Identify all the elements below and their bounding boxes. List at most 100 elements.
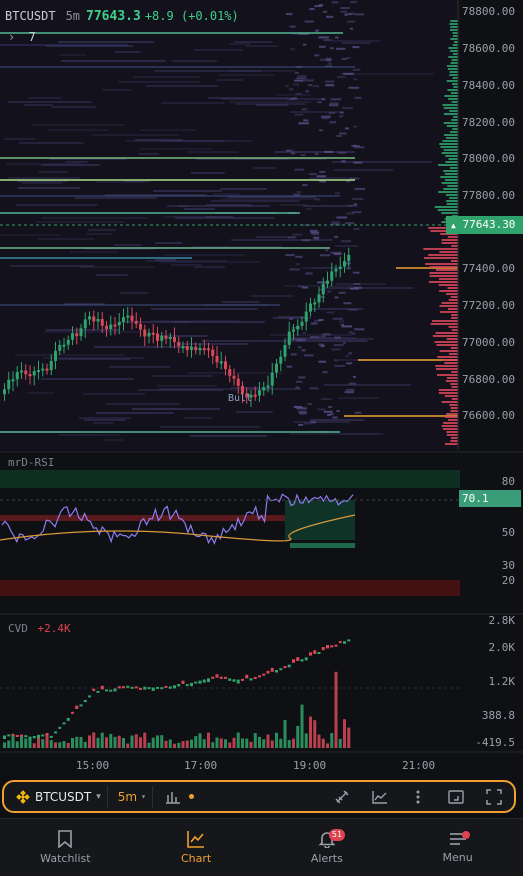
candle-body xyxy=(177,341,181,347)
heatmap-cell xyxy=(318,36,329,39)
bottom-navigation: Watchlist Chart 51 Alerts Menu xyxy=(0,818,523,876)
heatmap-cell xyxy=(295,255,303,258)
orderbook-bar xyxy=(450,29,458,31)
orderbook-bar xyxy=(443,107,458,109)
cvd-volume-bar xyxy=(54,742,57,748)
heatmap-cell xyxy=(103,439,125,441)
heatmap-cell xyxy=(296,340,368,342)
orderbook-bar xyxy=(450,407,458,409)
cvd-volume-bar xyxy=(253,733,257,748)
heatmap-cell xyxy=(222,301,260,303)
heatmap-cell xyxy=(293,83,299,86)
nav-menu-label: Menu xyxy=(442,851,473,864)
heatmap-cell xyxy=(294,113,304,116)
heatmap-cell xyxy=(343,302,352,305)
orderbook-bar xyxy=(448,299,458,301)
binance-logo-icon xyxy=(16,789,30,804)
heatmap-cell xyxy=(47,129,108,131)
candle-body xyxy=(338,266,342,269)
heatmap-cell xyxy=(28,97,62,99)
heatmap-cell xyxy=(353,125,357,128)
indicator-layers-toggle[interactable]: › 7 xyxy=(8,30,36,44)
candle-body xyxy=(270,372,274,386)
heatmap-cell xyxy=(331,1,339,4)
orderbook-bar xyxy=(429,275,458,277)
heatmap-cell xyxy=(120,292,149,294)
heatmap-cell xyxy=(102,89,133,91)
cvd-volume-bar xyxy=(249,741,253,748)
cvd-volume-bar xyxy=(117,735,121,748)
candle-body xyxy=(88,316,91,320)
fullscreen-button[interactable] xyxy=(480,784,508,810)
heatmap-cell xyxy=(340,73,435,75)
candle-body xyxy=(334,268,338,272)
indicators-button[interactable] xyxy=(159,784,187,810)
orderbook-bar xyxy=(439,278,458,280)
heatmap-cell xyxy=(318,4,324,7)
heatmap-cell xyxy=(310,421,317,424)
timeframe-selector[interactable]: 5m ▾ xyxy=(114,790,146,804)
heatmap-cell xyxy=(327,290,332,293)
orderbook-bar xyxy=(450,38,458,40)
nav-alerts[interactable]: 51 Alerts xyxy=(262,819,393,876)
time-axis-label: 19:00 xyxy=(293,759,327,772)
cvd-candle xyxy=(219,676,223,679)
orderbook-bar xyxy=(444,362,458,364)
nav-menu[interactable]: Menu xyxy=(392,819,523,876)
heatmap-cell xyxy=(187,151,239,153)
toolbar-symbol: BTCUSDT xyxy=(35,789,92,804)
cvd-volume-bar xyxy=(71,738,74,748)
heatmap-cell xyxy=(296,191,302,193)
heatmap-cell xyxy=(286,13,293,16)
heatmap-cell xyxy=(333,253,342,256)
orderbook-bar xyxy=(451,101,458,103)
heatmap-cell xyxy=(345,354,349,357)
heatmap-cell xyxy=(329,47,334,50)
cvd-candle xyxy=(92,688,96,691)
nav-watchlist[interactable]: Watchlist xyxy=(0,819,131,876)
heatmap-cell xyxy=(58,41,154,43)
menu-notification-dot xyxy=(461,831,470,839)
candle-body xyxy=(156,333,159,341)
header-timeframe[interactable]: 5m xyxy=(66,9,80,23)
chart-canvas[interactable] xyxy=(0,0,523,778)
heatmap-cell xyxy=(323,10,328,13)
nav-chart[interactable]: Chart xyxy=(131,819,262,876)
heatmap-cell xyxy=(315,29,319,32)
cvd-candle xyxy=(317,652,321,654)
candle-body xyxy=(28,374,32,377)
heatmap-cell xyxy=(289,317,293,320)
orderbook-bar xyxy=(430,323,458,325)
cvd-volume-bar xyxy=(270,740,274,748)
heatmap-cell xyxy=(161,102,225,104)
price-axis-label: 77000.00 xyxy=(462,336,515,349)
pencil-ruler-icon xyxy=(335,790,349,803)
candle-body xyxy=(49,361,53,371)
drawing-tools-button[interactable] xyxy=(328,784,356,810)
heatmap-cell xyxy=(334,235,339,238)
cvd-candle xyxy=(126,685,130,688)
heatmap-cell xyxy=(334,169,394,171)
candle-body xyxy=(181,346,185,349)
cvd-candle xyxy=(283,666,287,669)
cvd-volume-bar xyxy=(215,737,219,748)
screenshot-button[interactable] xyxy=(442,784,470,810)
symbol-selector[interactable]: BTCUSDT ▾ xyxy=(16,790,101,804)
heatmap-cell xyxy=(344,391,354,394)
cvd-volume-bar xyxy=(156,735,159,748)
cvd-candle xyxy=(15,735,19,737)
more-options-button[interactable] xyxy=(404,784,432,810)
orderbook-bar xyxy=(439,350,458,352)
orderbook-bar xyxy=(451,314,458,316)
header-symbol[interactable]: BTCUSDT xyxy=(5,9,56,23)
toolbar-divider xyxy=(106,785,108,808)
cvd-candle xyxy=(347,639,351,642)
orderbook-bar xyxy=(445,194,458,196)
heatmap-cell xyxy=(338,291,346,294)
chart-area[interactable] xyxy=(0,0,523,778)
orderbook-bar xyxy=(450,410,458,412)
heatmap-cell xyxy=(234,41,273,43)
chart-type-button[interactable] xyxy=(366,784,394,810)
heatmap-cell xyxy=(290,338,299,341)
heatmap-cell xyxy=(339,115,344,118)
